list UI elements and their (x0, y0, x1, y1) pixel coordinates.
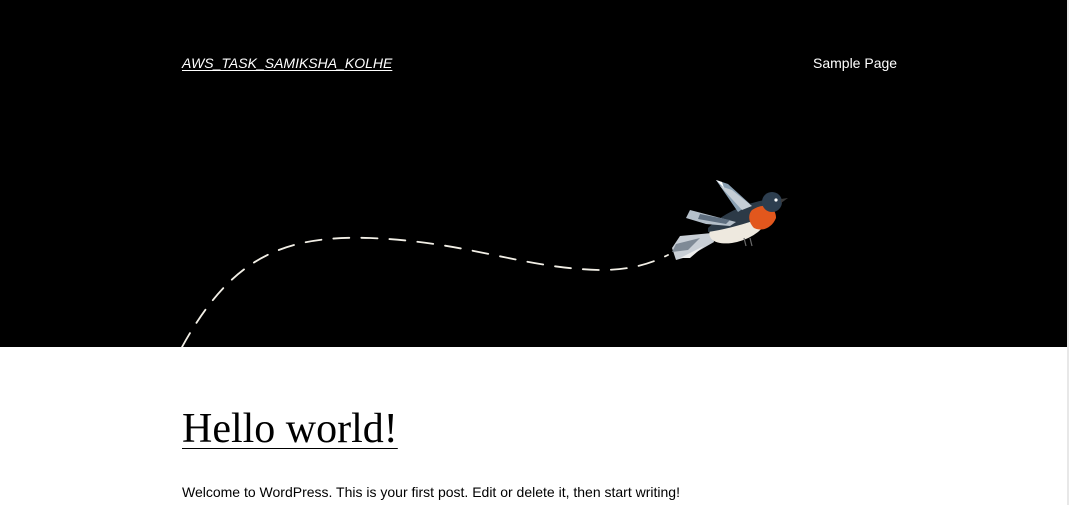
flying-bird-illustration (181, 180, 788, 347)
post-title-link[interactable]: Hello world! (182, 403, 398, 455)
site-header: AWS_TASK_SAMIKSHA_KOLHE Sample Page (0, 0, 1067, 347)
dashed-flight-path (181, 236, 669, 347)
post-excerpt: Welcome to WordPress. This is your first… (182, 484, 680, 500)
page: AWS_TASK_SAMIKSHA_KOLHE Sample Page Hell… (0, 0, 1069, 505)
bird-icon (672, 180, 788, 260)
